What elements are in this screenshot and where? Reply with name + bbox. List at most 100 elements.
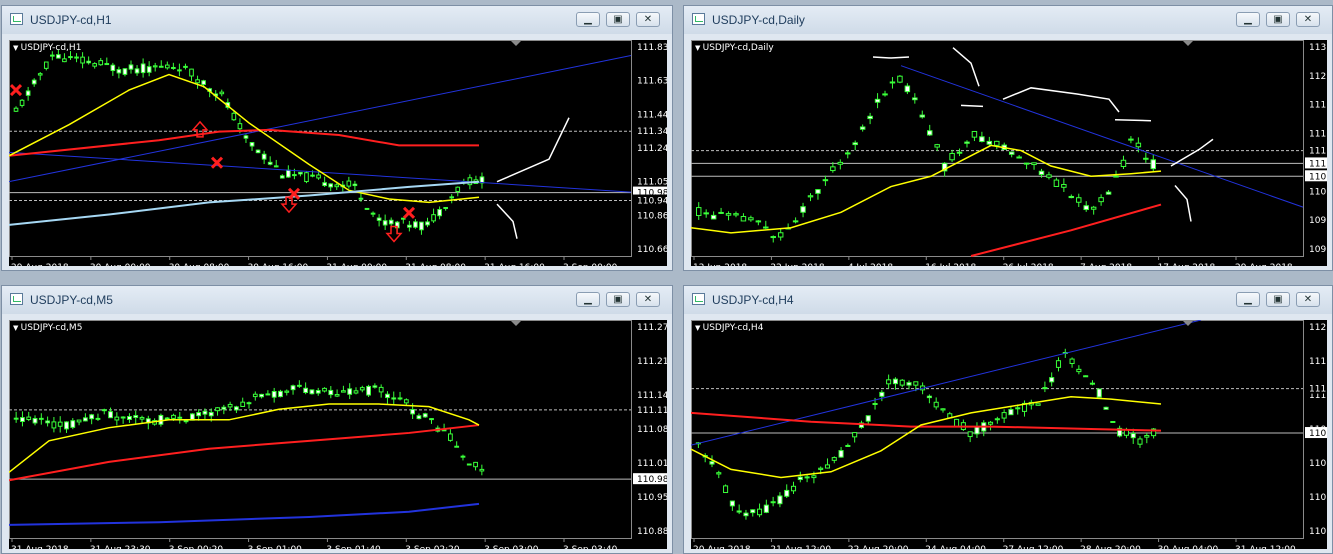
price-tag-label: 111. xyxy=(1309,147,1327,157)
close-button[interactable]: ✕ xyxy=(1296,12,1320,27)
candle-body xyxy=(51,421,57,429)
price-axis-label: 111.050 xyxy=(637,178,667,188)
candle-body xyxy=(189,68,194,77)
chart-window-m5[interactable]: USDJPY-cd,M5▁▣✕111.275111.210111.145111.… xyxy=(1,285,673,554)
candle-body xyxy=(956,151,963,154)
candle-body xyxy=(912,97,918,101)
minimize-button[interactable]: ▁ xyxy=(576,12,600,27)
candle-body xyxy=(949,152,955,161)
candle-body xyxy=(152,65,158,68)
price-tag-label: 111. xyxy=(1309,159,1327,169)
candle-body xyxy=(792,220,799,223)
time-axis-label: 30 Aug 04:00 xyxy=(1158,545,1219,549)
candle-body xyxy=(358,197,364,200)
minimize-button[interactable]: ▁ xyxy=(576,292,600,307)
time-axis-label: 31 Aug 00:00 xyxy=(326,263,387,266)
candle-body xyxy=(202,410,208,415)
candle-body xyxy=(818,467,824,470)
candle-body xyxy=(364,207,370,210)
candle-body xyxy=(334,394,340,397)
candle-body xyxy=(1096,388,1102,398)
minimize-button[interactable]: ▁ xyxy=(1236,12,1260,27)
chart-shift-marker-icon[interactable] xyxy=(511,321,521,326)
candle-body xyxy=(177,69,182,72)
time-axis-label: 3 Sep 03:00 xyxy=(484,545,539,549)
window-titlebar[interactable]: USDJPY-cd,M5 ▁ ▣ ✕ xyxy=(2,286,672,314)
candle-body xyxy=(1023,162,1030,165)
maximize-button[interactable]: ▣ xyxy=(606,12,630,27)
close-button[interactable]: ✕ xyxy=(636,292,660,307)
price-chart[interactable]: 111.275 111.210 111.145 111.080 111.015 110.9… xyxy=(9,320,667,549)
window-titlebar[interactable]: USDJPY-cd,Daily ▁ ▣ ✕ xyxy=(684,6,1332,34)
time-axis-label: 21 Aug 12:00 xyxy=(770,545,831,549)
chart-shift-marker-icon[interactable] xyxy=(511,41,521,46)
hand-drawn-arrow xyxy=(496,203,518,239)
candle-body xyxy=(718,211,724,214)
candle-body xyxy=(164,417,170,420)
price-axis-label: 111.145 xyxy=(637,391,667,401)
candle-body xyxy=(13,107,19,112)
candle-body xyxy=(219,91,225,95)
candle-body xyxy=(994,140,1000,146)
candle-body xyxy=(104,63,110,66)
candle-body xyxy=(1135,142,1142,148)
maximize-button[interactable]: ▣ xyxy=(606,292,630,307)
time-axis-label: 17 Aug 2018 xyxy=(1158,263,1216,266)
candle-body xyxy=(1083,375,1089,378)
candle-body xyxy=(763,226,769,229)
price-chart[interactable]: 112.111.111.110.110.110.110.111.110.20 A… xyxy=(691,320,1327,549)
minimize-button[interactable]: ▁ xyxy=(1236,292,1260,307)
candle-body xyxy=(897,75,903,83)
time-axis-label: 31 Aug 08:00 xyxy=(405,263,466,266)
candle-body xyxy=(882,93,888,96)
candle-body xyxy=(382,220,388,226)
maximize-button[interactable]: ▣ xyxy=(1266,292,1290,307)
indicator-line xyxy=(9,55,632,183)
chart-window-h4[interactable]: USDJPY-cd,H4 ▁ ▣ ✕ 112. 111. 111. 110. 110. 110. 1… xyxy=(683,285,1333,554)
chart-window-h1[interactable]: USDJPY-cd,H1▁▣✕111.830111.635111.440111.… xyxy=(1,5,673,271)
candle-body xyxy=(158,65,164,68)
price-chart[interactable]: 113. 112. 111. 111. 110. 110. 109. 109. 111. 111.… xyxy=(691,40,1327,266)
candle-body xyxy=(271,390,277,398)
candle-body xyxy=(1042,387,1048,390)
window-titlebar[interactable]: USDJPY-cd,H4 ▁ ▣ ✕ xyxy=(684,286,1332,314)
candle-body xyxy=(804,476,810,479)
chart-canvas[interactable]: 111.830 111.635 111.440 111.245 111.050 110.8… xyxy=(9,40,667,266)
price-axis-label: 111.830 xyxy=(637,43,667,53)
time-axis-label: 22 Aug 20:00 xyxy=(848,545,909,549)
chart-canvas[interactable]: 111.275 111.210 111.145 111.080 111.015 110.9… xyxy=(9,320,667,549)
time-axis-label: 29 Aug 2018 xyxy=(11,263,69,266)
candle-body xyxy=(13,417,19,420)
candle-body xyxy=(1143,157,1149,160)
price-tag-label: 111. xyxy=(1309,385,1327,395)
candle-body xyxy=(196,412,202,417)
chart-window-daily[interactable]: USDJPY-cd,Daily▁▣✕113.112.111.111.110.11… xyxy=(683,5,1333,271)
maximize-button[interactable]: ▣ xyxy=(1266,12,1290,27)
window-titlebar[interactable]: USDJPY-cd,H1 ▁ ▣ ✕ xyxy=(2,6,672,34)
candle-body xyxy=(1150,159,1157,170)
candle-body xyxy=(906,382,912,386)
candle-body xyxy=(322,182,327,187)
candle-body xyxy=(879,391,885,397)
candle-body xyxy=(447,433,453,441)
close-button[interactable]: ✕ xyxy=(636,12,660,27)
candle-body xyxy=(800,206,806,213)
time-axis-label: 28 Aug 20:00 xyxy=(1080,545,1141,549)
candle-body xyxy=(128,64,134,70)
close-button[interactable]: ✕ xyxy=(1296,292,1320,307)
candle-body xyxy=(80,56,85,64)
chart-canvas[interactable]: 112.111.111.110.110.110.110.111.110.20 A… xyxy=(691,320,1327,549)
candle-body xyxy=(716,472,722,475)
candle-body xyxy=(278,390,283,398)
chart-shift-marker-icon[interactable] xyxy=(1183,321,1193,326)
time-axis-label: 30 Aug 08:00 xyxy=(169,263,230,266)
chart-canvas[interactable]: 113. 112. 111. 111. 110. 110. 109. 109. 111. 111.… xyxy=(691,40,1327,266)
time-axis-label: 31 Aug 23:30 xyxy=(90,545,151,549)
candle-body xyxy=(255,149,261,154)
candle-body xyxy=(240,401,246,407)
candle-body xyxy=(286,169,291,178)
price-tag-label: 110.941 xyxy=(637,197,667,207)
hand-drawn-arrow xyxy=(1170,138,1214,167)
chart-shift-marker-icon[interactable] xyxy=(1183,41,1193,46)
price-chart[interactable]: 111.830 111.635 111.440 111.245 111.050 110.8… xyxy=(9,40,667,266)
